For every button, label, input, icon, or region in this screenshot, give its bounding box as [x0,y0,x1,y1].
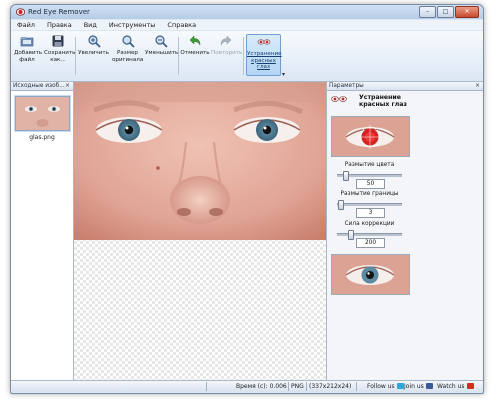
toolbar-separator [178,37,179,75]
thumbnail-filename: glas.png [29,134,55,141]
panel-close-icon[interactable]: × [65,82,70,91]
source-images-panel: Исходные изоб... × glas.png [11,82,74,380]
before-preview [331,116,410,157]
menu-bar: Файл Правка Вид Инструменты Справка [11,20,483,30]
correction-strength-label: Сила коррекции [344,221,395,227]
processing-time: Время (с): 0.006 [236,383,287,390]
facebook-icon [425,383,433,389]
parameters-panel: Параметры × Устранение красных глаз Разм… [327,82,483,380]
twitter-icon [396,383,404,389]
status-divider [356,382,357,391]
image-dimensions: (337x212x24) [309,383,352,390]
toolbar-overflow-icon[interactable]: ▾ [282,71,285,78]
undo-arrow-icon [189,35,201,46]
source-images-title: Исходные изоб... [13,83,65,89]
folder-add-icon [20,37,34,47]
toolbar-separator [243,37,244,75]
zoom-original-icon [121,35,135,48]
app-window: Red Eye Remover – □ ✕ Файл Правка Вид Ин… [10,4,484,394]
red-eye-icon [331,96,347,102]
color-blur-label: Размытие цвета [344,162,395,168]
undo-button[interactable]: Отменить [180,34,210,57]
after-eye-image [332,255,409,294]
before-eye-image [332,117,409,156]
status-divider [206,382,207,391]
save-as-button[interactable]: Сохранить как... [44,34,75,63]
menu-view[interactable]: Вид [78,20,103,30]
window-controls: – □ ✕ [418,6,479,18]
toolbar-separator [75,37,76,75]
add-file-button[interactable]: Добавить файл [14,34,42,63]
zoom-in-button[interactable]: Увеличить [78,34,109,57]
watch-us-link[interactable]: Watch us [437,383,474,390]
redo-arrow-icon [220,35,232,46]
slider-handle[interactable] [348,230,354,240]
redo-button[interactable]: Повторить [211,34,242,57]
floppy-disk-icon [52,35,64,47]
correction-strength-slider[interactable] [337,230,402,240]
menu-tools[interactable]: Инструменты [103,20,162,30]
source-images-header: Исходные изоб... × [11,82,73,91]
red-eye-icon [257,39,270,45]
window-title: Red Eye Remover [28,8,90,16]
menu-edit[interactable]: Правка [41,20,78,30]
color-blur-slider[interactable] [337,171,402,181]
menu-file[interactable]: Файл [11,20,41,30]
image-format: PNG [291,383,304,390]
status-bar: Время (с): 0.006 PNG (337x212x24) Follow… [11,380,483,392]
color-blur-input[interactable]: 50 [356,179,385,189]
zoom-out-icon [155,35,168,48]
thumbnail-photo [16,97,69,130]
zoom-out-button[interactable]: Уменьшить [145,34,178,57]
maximize-button[interactable]: □ [437,6,454,18]
edge-blur-slider[interactable] [337,200,402,210]
parameters-title: Параметры [329,83,364,89]
edge-blur-label: Размытие границы [340,191,399,197]
edge-blur-input[interactable]: 3 [356,208,385,218]
image-thumbnail[interactable] [14,95,71,132]
join-us-link[interactable]: Join us [404,383,433,390]
toolbar: Добавить файл Сохранить как... Увеличить [11,31,483,82]
zoom-in-icon [87,35,101,48]
status-divider [306,382,307,391]
youtube-icon [466,383,474,389]
face-photo [74,82,326,240]
red-eye-tool-button[interactable]: Устранение красных глаз [246,34,282,76]
follow-us-link[interactable]: Follow us [367,383,404,390]
after-preview [331,254,410,295]
parameters-header: Параметры × [327,82,483,91]
correction-strength-input[interactable]: 200 [356,238,385,248]
menu-help[interactable]: Справка [161,20,202,30]
close-button[interactable]: ✕ [455,6,479,18]
red-eye-app-icon [16,8,25,16]
panel-close-icon[interactable]: × [475,82,480,91]
minimize-button[interactable]: – [419,6,436,18]
image-canvas[interactable] [74,82,327,380]
tool-title: Устранение красных глаз [359,94,408,108]
original-size-button[interactable]: Размер оригинала [112,34,143,63]
title-bar: Red Eye Remover – □ ✕ [11,5,483,19]
slider-handle[interactable] [338,200,345,210]
slider-handle[interactable] [342,171,349,181]
status-divider [288,382,289,391]
